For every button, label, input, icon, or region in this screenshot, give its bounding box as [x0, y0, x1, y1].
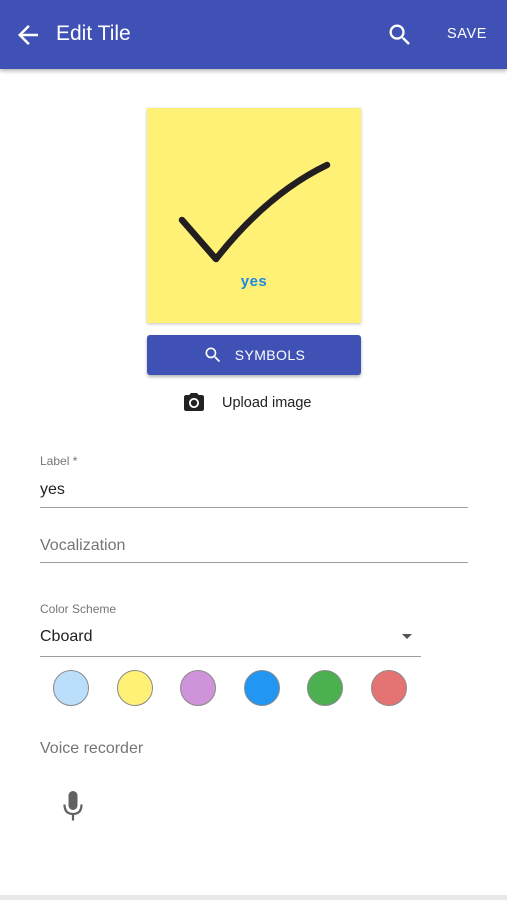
save-button[interactable]: SAVE: [438, 26, 496, 42]
color-swatch[interactable]: [370, 670, 407, 706]
bottom-divider: [0, 895, 507, 900]
record-voice-button[interactable]: [62, 790, 84, 827]
microphone-icon: [63, 791, 83, 821]
color-swatch[interactable]: [116, 670, 153, 706]
search-icon: [205, 347, 220, 363]
color-swatch[interactable]: [180, 670, 216, 706]
label-input[interactable]: yes: [40, 481, 65, 499]
tile-label: yes: [240, 273, 268, 290]
edit-tile-form: yes SYMBOLS Upload image Label * yes Voc…: [0, 69, 507, 895]
search-icon: [389, 24, 410, 45]
checkmark-symbol: [178, 161, 331, 263]
symbols-button[interactable]: SYMBOLS: [147, 335, 361, 375]
color-swatch[interactable]: [53, 670, 89, 706]
symbols-label: SYMBOLS: [234, 347, 306, 363]
color-scheme-label: Color Scheme: [40, 602, 117, 616]
upload-image-label: Upload image: [222, 395, 312, 411]
color-swatch[interactable]: [307, 670, 343, 706]
page-title: Edit Tile: [56, 22, 131, 45]
vocalization-underline: [40, 562, 468, 563]
arrow-back-icon: [18, 25, 38, 45]
voice-recorder-label: Voice recorder: [40, 740, 144, 757]
camera-icon: [184, 393, 204, 411]
label-underline: [40, 507, 468, 508]
upload-image-button[interactable]: Upload image: [182, 391, 311, 415]
color-scheme-select[interactable]: Cboard: [40, 628, 92, 646]
color-swatch[interactable]: [243, 670, 280, 706]
search-button[interactable]: [386, 21, 414, 49]
color-scheme-underline: [40, 656, 421, 657]
tile-preview[interactable]: yes: [147, 108, 361, 323]
back-button[interactable]: [13, 20, 43, 50]
dropdown-arrow-icon[interactable]: [402, 634, 412, 639]
vocalization-input[interactable]: Vocalization: [40, 537, 125, 555]
label-field-label: Label *: [40, 454, 78, 468]
app-bar: Edit Tile SAVE: [0, 0, 507, 69]
